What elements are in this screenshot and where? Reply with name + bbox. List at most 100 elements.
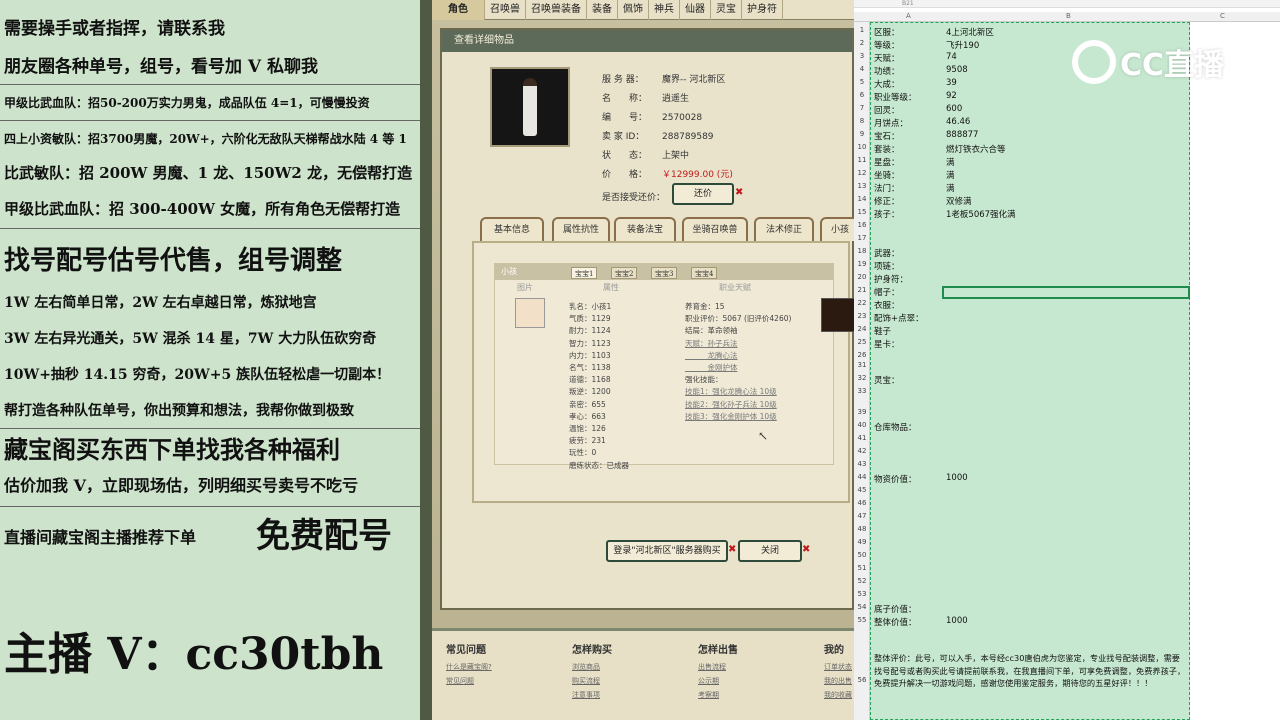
cell-label[interactable]: 项链：	[874, 260, 900, 272]
row-number: 25	[857, 338, 867, 346]
cell-value[interactable]: 满	[946, 169, 955, 181]
row-number: 14	[857, 195, 867, 203]
cell-label[interactable]: 星盘：	[874, 156, 900, 168]
stat-line[interactable]: 技能2：强化孙子兵法 10级	[685, 399, 791, 411]
nav-link[interactable]: 购买流程	[572, 674, 612, 688]
nav-link[interactable]: 我的出售	[824, 674, 852, 688]
tab-5[interactable]: 神兵	[649, 0, 680, 20]
cell-label[interactable]: 法门：	[874, 182, 900, 194]
info-key: 服 务 器：	[602, 75, 644, 85]
cell-label[interactable]: 帽子：	[874, 286, 900, 298]
nav-link[interactable]: 注意事项	[572, 688, 612, 702]
detail-tab[interactable]: 属性抗性	[552, 217, 610, 241]
detail-tab[interactable]: 装备法宝	[614, 217, 676, 241]
active-cell[interactable]	[942, 286, 1190, 299]
nav-link[interactable]: 浏览商品	[572, 660, 612, 674]
tab-2[interactable]: 召唤兽装备	[526, 0, 587, 20]
cell-label[interactable]: 月饼点：	[874, 117, 908, 129]
row-number: 33	[857, 387, 867, 395]
detail-tab[interactable]: 小孩	[820, 217, 854, 241]
cell-value[interactable]: 飞升190	[946, 39, 979, 51]
cell-label[interactable]: 星卡：	[874, 338, 900, 350]
baby-tab[interactable]: 宝宝2	[611, 267, 638, 279]
tab-6[interactable]: 仙器	[680, 0, 711, 20]
cell-label[interactable]: 整体价值：	[874, 616, 917, 628]
nav-link[interactable]: 出售流程	[698, 660, 738, 674]
cell-label[interactable]: 鞋子	[874, 325, 891, 337]
close-button[interactable]: 关闭	[738, 540, 802, 562]
tab-4[interactable]: 佩饰	[618, 0, 649, 20]
stat-line[interactable]: 天赋：孙子兵法	[685, 338, 791, 350]
cell-value[interactable]: 1000	[946, 473, 968, 483]
nav-link[interactable]: 订单状态	[824, 660, 852, 674]
cell-value[interactable]: 9508	[946, 65, 968, 75]
cell-label[interactable]: 天赋：	[874, 52, 900, 64]
nav-link[interactable]: 什么是藏宝阁?	[446, 660, 492, 674]
cell-value[interactable]: 74	[946, 52, 957, 62]
cell-value[interactable]: 满	[946, 182, 955, 194]
detail-tab[interactable]: 基本信息	[480, 217, 544, 241]
cell-value[interactable]: 1000	[946, 616, 968, 626]
tab-3[interactable]: 装备	[587, 0, 618, 20]
cell-label[interactable]: 回灵：	[874, 104, 900, 116]
nav-link[interactable]: 常见问题	[446, 674, 492, 688]
stat-line[interactable]: 技能1：强化龙腾心法 10级	[685, 386, 791, 398]
cell-value[interactable]: 92	[946, 91, 957, 101]
info-key: 卖 家 ID：	[602, 132, 645, 142]
cell-label[interactable]: 灵宝：	[874, 374, 900, 386]
cell-value[interactable]: 1老板5067强化满	[946, 208, 1016, 220]
detail-tab[interactable]: 坐骑召唤兽	[682, 217, 748, 241]
nav-link[interactable]: 我的收藏	[824, 688, 852, 702]
tab-0[interactable]: 角色	[432, 0, 485, 20]
nav-link[interactable]: 公示期	[698, 674, 738, 688]
baby-tab[interactable]: 宝宝3	[651, 267, 678, 279]
login-buy-button[interactable]: 登录"河北新区"服务器购买	[606, 540, 728, 562]
ad-line: 需要操手或者指挥，请联系我	[4, 19, 225, 39]
row-number: 4	[859, 65, 865, 73]
row-number: 18	[857, 247, 867, 255]
baby-tab[interactable]: 宝宝4	[691, 267, 718, 279]
cell-value[interactable]: 888877	[946, 130, 978, 140]
column-letter: B	[1066, 12, 1071, 20]
stat-line[interactable]: 金刚护体	[685, 362, 791, 374]
cell-label[interactable]: 护身符：	[874, 273, 908, 285]
tab-8[interactable]: 护身符	[742, 0, 783, 20]
cell-label[interactable]: 宝石：	[874, 130, 900, 142]
top-tab-bar: 角色 召唤兽 召唤兽装备 装备 佩饰 神兵 仙器 灵宝 护身符	[432, 0, 854, 20]
nav-link[interactable]: 考察期	[698, 688, 738, 702]
cell-label[interactable]: 物资价值：	[874, 473, 917, 485]
cell-label[interactable]: 功绩：	[874, 65, 900, 77]
counter-offer-label: 是否接受还价：	[602, 193, 666, 203]
row-number: 6	[859, 91, 865, 99]
cell-label[interactable]: 配饰+点翠：	[874, 312, 924, 324]
stat-line[interactable]: 技能3：强化金刚护体 10级	[685, 411, 791, 423]
cell-value[interactable]: 双修满	[946, 195, 972, 207]
cell-value[interactable]: 46.46	[946, 117, 970, 127]
ad-line: 10W+抽秒 14.15 穷奇，20W+5 族队伍轻松虐一切副本！	[4, 367, 391, 383]
cell-label[interactable]: 孩子：	[874, 208, 900, 220]
counter-offer-button[interactable]: 还价	[672, 183, 734, 205]
cell-label[interactable]: 底子价值：	[874, 603, 917, 615]
detail-tab[interactable]: 法术修正	[754, 217, 814, 241]
cell-label[interactable]: 仓库物品：	[874, 421, 917, 433]
row-number: 12	[857, 169, 867, 177]
cell-value[interactable]: 燃灯铁衣六合等	[946, 143, 1006, 155]
cell-label[interactable]: 职业等级：	[874, 91, 917, 103]
cell-value[interactable]: 600	[946, 104, 962, 114]
cell-label[interactable]: 大成：	[874, 78, 900, 90]
cell-value[interactable]: 39	[946, 78, 957, 88]
stat-line[interactable]: 龙腾心法	[685, 350, 791, 362]
tab-7[interactable]: 灵宝	[711, 0, 742, 20]
formula-bar[interactable]: B21	[854, 0, 1280, 8]
cell-label[interactable]: 区服：	[874, 26, 900, 38]
baby-tab[interactable]: 宝宝1	[571, 267, 598, 279]
cell-label[interactable]: 武器：	[874, 247, 900, 259]
cell-label[interactable]: 衣服：	[874, 299, 900, 311]
cell-label[interactable]: 套装：	[874, 143, 900, 155]
cell-label[interactable]: 等级：	[874, 39, 900, 51]
cell-value[interactable]: 满	[946, 156, 955, 168]
cell-value[interactable]: 4上河北新区	[946, 26, 994, 38]
cell-label[interactable]: 坐骑：	[874, 169, 900, 181]
tab-1[interactable]: 召唤兽	[485, 0, 526, 20]
cell-label[interactable]: 修正：	[874, 195, 900, 207]
